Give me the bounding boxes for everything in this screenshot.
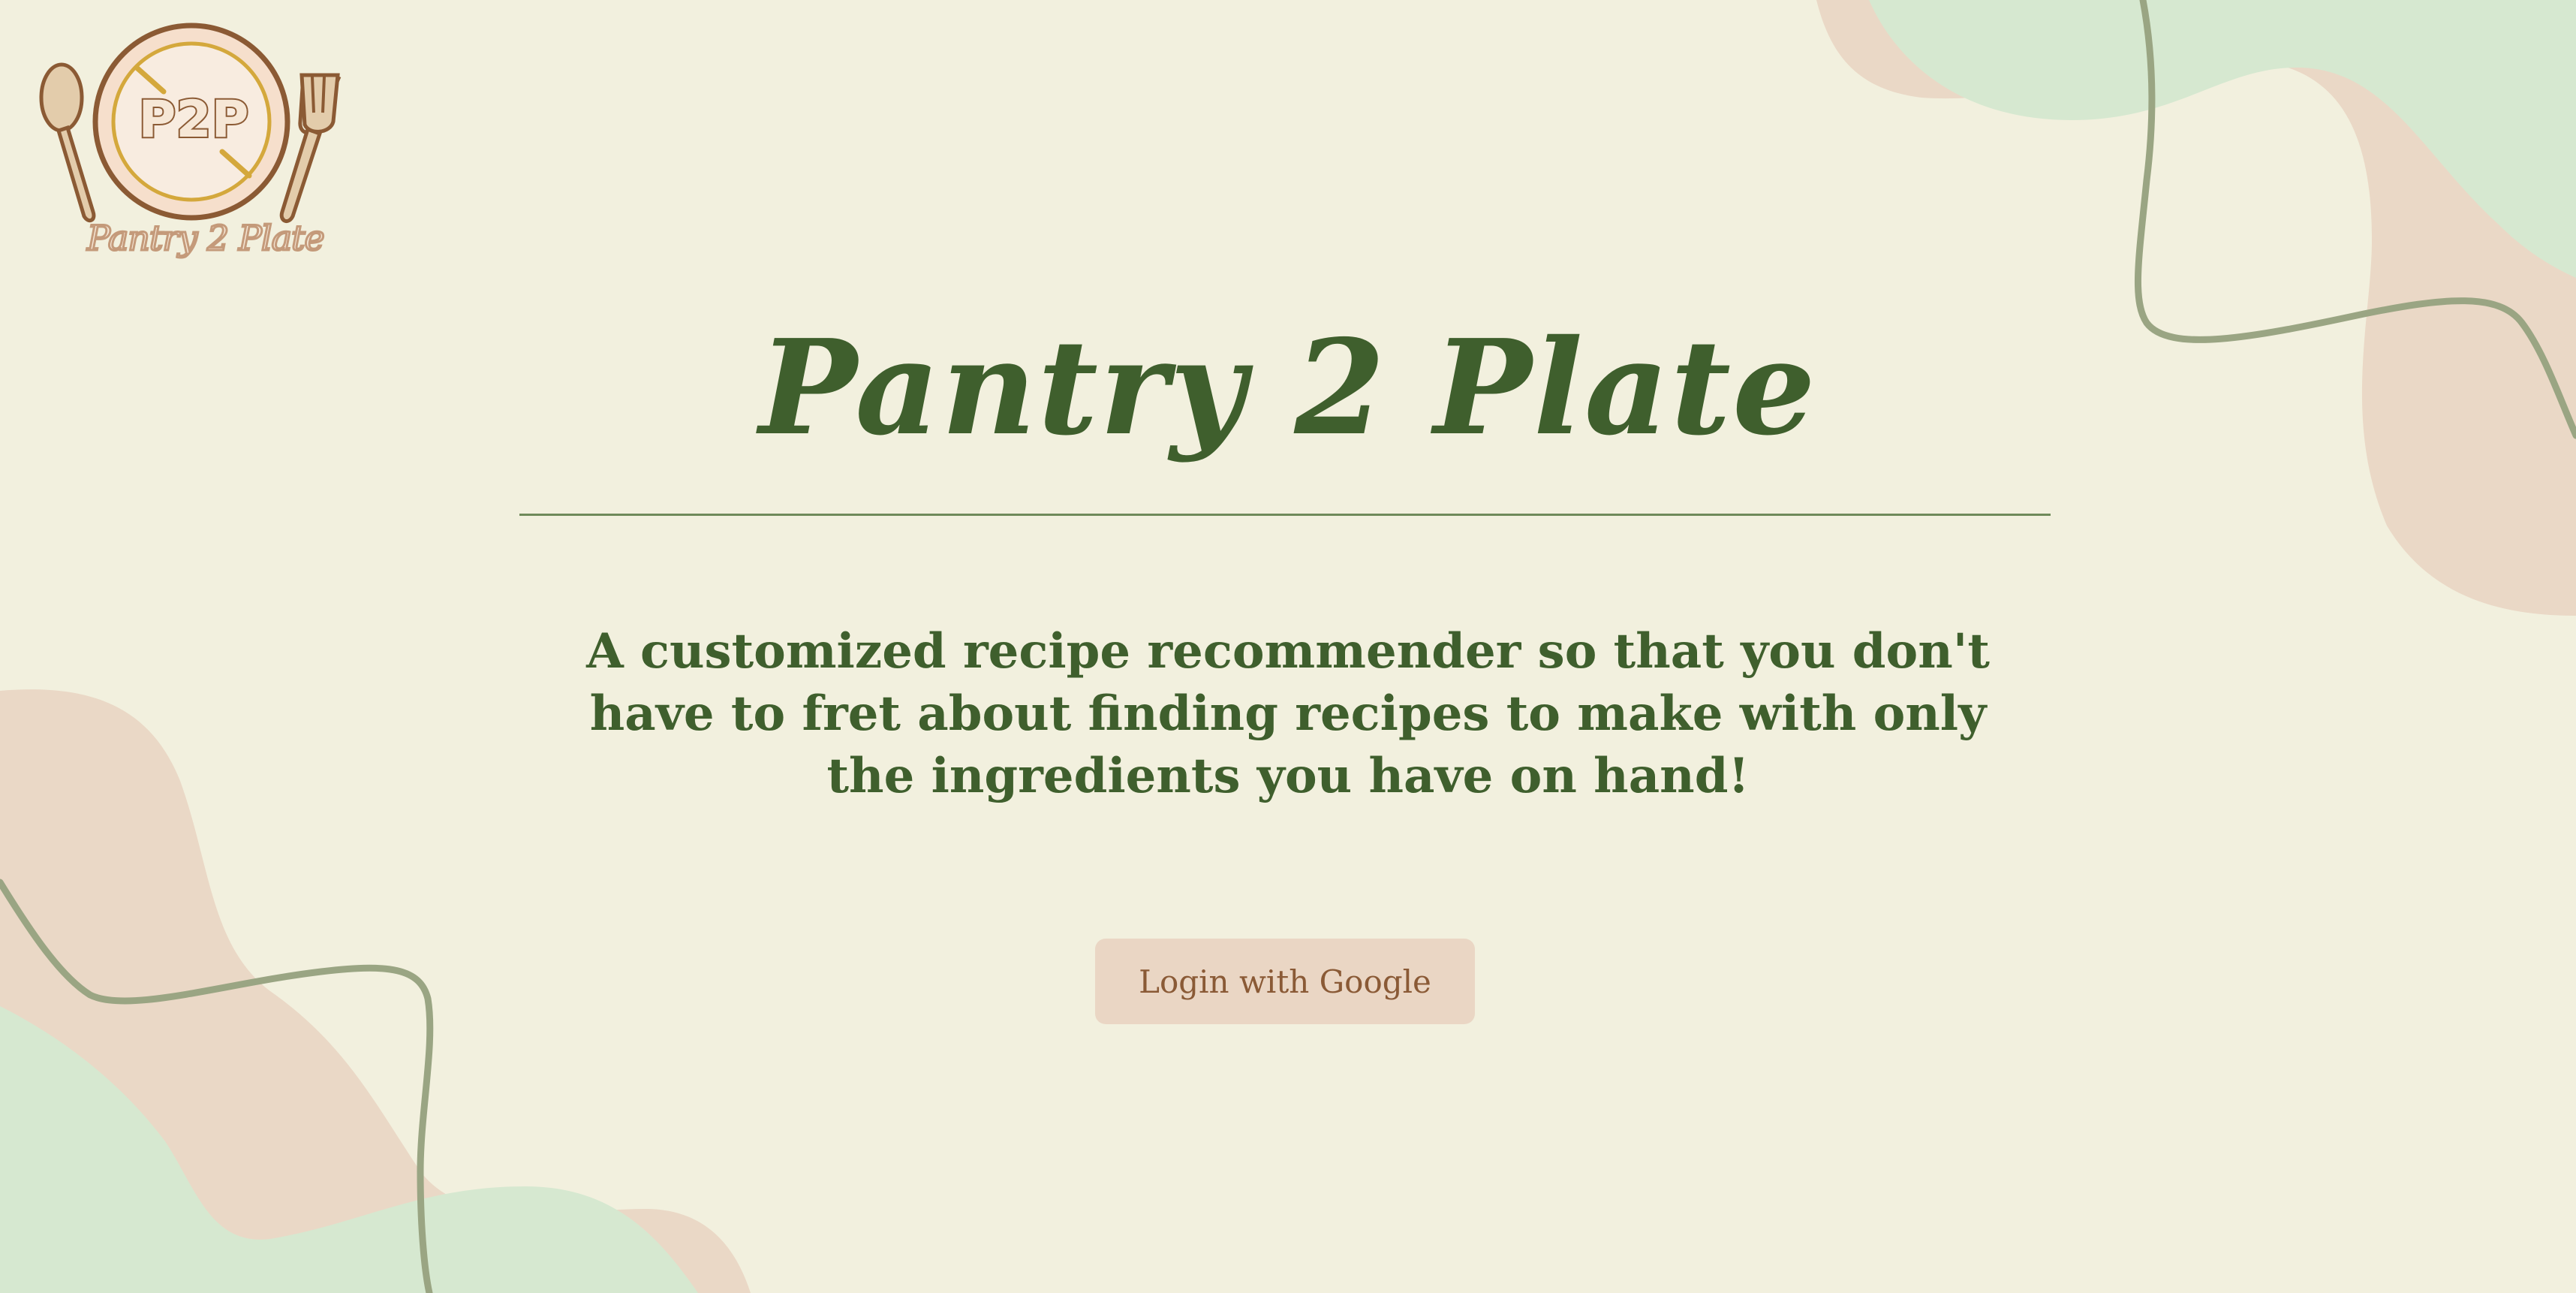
page-title: Pantry 2 Plate xyxy=(759,312,1817,465)
logo-caption: Pantry 2 Plate xyxy=(86,217,327,260)
spoon-icon xyxy=(39,62,96,223)
login-with-google-button[interactable]: Login with Google xyxy=(1095,939,1475,1024)
app-logo[interactable]: P2P Pantry 2 Plate xyxy=(30,17,353,272)
title-divider xyxy=(519,514,2051,516)
tagline: A customized recipe recommender so that … xyxy=(586,623,1990,804)
logo-monogram: P2P xyxy=(139,90,249,149)
fork-icon xyxy=(279,73,342,223)
